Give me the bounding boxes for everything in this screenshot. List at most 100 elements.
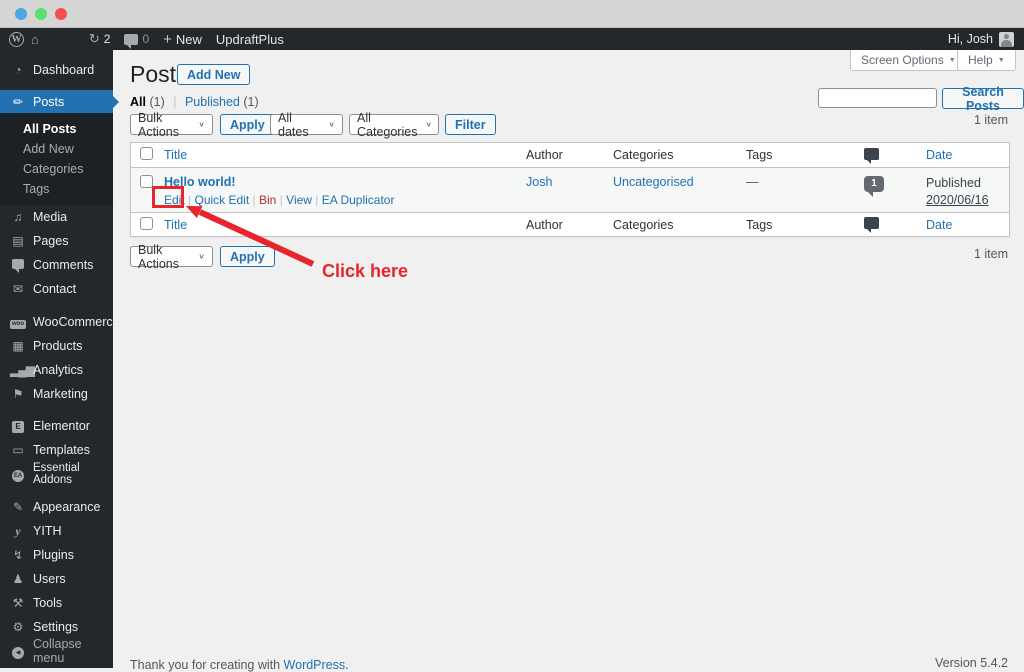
help-button[interactable]: Help ▼ bbox=[957, 50, 1016, 71]
view-link[interactable]: View bbox=[286, 193, 312, 207]
view-all-link[interactable]: All bbox=[130, 95, 146, 109]
category-link[interactable]: Uncategorised bbox=[613, 175, 694, 189]
view-published-link[interactable]: Published bbox=[185, 95, 240, 109]
column-date-sort[interactable]: Date bbox=[926, 218, 1009, 232]
column-title-sort[interactable]: Title bbox=[164, 148, 526, 162]
chevron-down-icon: ∨ bbox=[425, 120, 433, 129]
sidebar-item-comments[interactable]: Comments bbox=[0, 253, 113, 277]
categories-filter-select[interactable]: All Categories ∨ bbox=[349, 111, 439, 139]
sidebar-item-label: YITH bbox=[33, 524, 62, 538]
select-all-checkbox[interactable] bbox=[140, 216, 153, 230]
wordpress-link[interactable]: WordPress bbox=[284, 658, 346, 672]
sidebar-item-add-new[interactable]: Add New bbox=[0, 139, 113, 159]
bulk-actions-value: Bulk Actions bbox=[138, 110, 179, 139]
sidebar-item-elementor[interactable]: E Elementor bbox=[0, 414, 113, 438]
sidebar-item-label: Users bbox=[33, 572, 66, 586]
wordpress-logo-icon[interactable]: W bbox=[9, 31, 24, 47]
chevron-down-icon: ▼ bbox=[997, 56, 1005, 64]
sidebar-item-all-posts[interactable]: All Posts bbox=[0, 119, 113, 139]
sidebar-item-collapse-menu[interactable]: ◀ Collapse menu bbox=[0, 637, 113, 665]
sidebar-item-posts[interactable]: ✏ Posts bbox=[0, 90, 119, 113]
sidebar-item-plugins[interactable]: ↯ Plugins bbox=[0, 543, 113, 567]
sidebar-item-yith[interactable]: y YITH bbox=[0, 519, 113, 543]
media-icon: ♫ bbox=[13, 210, 23, 224]
sidebar-item-label: Media bbox=[33, 210, 68, 224]
comments-icon bbox=[124, 33, 139, 49]
filter-button[interactable]: Filter bbox=[445, 114, 496, 135]
sidebar-item-appearance[interactable]: ✎ Appearance bbox=[0, 495, 113, 519]
column-categories: Categories bbox=[613, 148, 674, 162]
traffic-light-red-icon[interactable] bbox=[55, 8, 67, 20]
column-tags: Tags bbox=[746, 217, 773, 232]
folder-icon: ▭ bbox=[12, 443, 24, 457]
select-all-checkbox[interactable] bbox=[140, 147, 153, 160]
sidebar-item-woocommerce[interactable]: woo WooCommerce bbox=[0, 310, 120, 334]
sidebar-item-marketing[interactable]: ⚑ Marketing bbox=[0, 382, 113, 406]
search-posts-button[interactable]: Search Posts bbox=[942, 85, 1024, 113]
column-tags: Tags bbox=[746, 148, 773, 162]
row-checkbox[interactable] bbox=[140, 175, 153, 188]
sidebar-item-label: Essential Addons bbox=[33, 462, 80, 486]
sidebar-item-pages[interactable]: ▤ Pages bbox=[0, 229, 113, 253]
sidebar-item-categories[interactable]: Categories bbox=[0, 159, 113, 179]
comment-count-bubble[interactable]: 1 bbox=[864, 176, 884, 197]
search-input[interactable] bbox=[818, 88, 937, 108]
comments-column-icon bbox=[864, 217, 879, 233]
add-new-button[interactable]: Add New bbox=[177, 64, 251, 85]
my-account-menu[interactable]: Hi, Josh bbox=[948, 31, 1024, 47]
package-icon: ▦ bbox=[12, 339, 24, 353]
admin-sidebar: ◔ Dashboard ✏ Posts All Posts Add New Ca… bbox=[0, 50, 120, 668]
bulk-actions-select-bottom[interactable]: Bulk Actions ∨ bbox=[130, 243, 213, 271]
new-content-menu[interactable]: + New bbox=[156, 28, 209, 50]
sidebar-item-label: Marketing bbox=[33, 387, 88, 401]
sidebar-item-products[interactable]: ▦ Products bbox=[0, 334, 113, 358]
bulk-actions-select[interactable]: Bulk Actions ∨ bbox=[130, 111, 213, 139]
sidebar-item-dashboard[interactable]: ◔ Dashboard bbox=[0, 58, 113, 82]
author-link[interactable]: Josh bbox=[526, 175, 552, 189]
sidebar-item-media[interactable]: ♫ Media bbox=[0, 205, 113, 229]
sidebar-item-analytics[interactable]: ▂▄▆ Analytics bbox=[0, 358, 113, 382]
views-separator: | bbox=[173, 95, 177, 109]
sidebar-item-label: All Posts bbox=[23, 122, 77, 136]
updraftplus-menu[interactable]: UpdraftPlus bbox=[209, 28, 291, 50]
sidebar-item-tags[interactable]: Tags bbox=[0, 179, 113, 199]
updates-menu[interactable]: ↻ 2 bbox=[82, 28, 118, 50]
sidebar-item-label: WooCommerce bbox=[33, 315, 120, 329]
apply-button-bottom[interactable]: Apply bbox=[220, 246, 275, 267]
column-author: Author bbox=[526, 148, 563, 162]
updraftplus-label: UpdraftPlus bbox=[215, 31, 284, 47]
sidebar-item-contact[interactable]: ✉ Contact bbox=[0, 277, 113, 301]
sidebar-separator bbox=[0, 486, 113, 495]
dashboard-icon: ◔ bbox=[14, 63, 22, 77]
bar-chart-icon: ▂▄▆ bbox=[10, 363, 35, 377]
bin-link[interactable]: Bin bbox=[259, 193, 276, 207]
pushpin-icon: ✏ bbox=[12, 94, 24, 109]
post-title-link[interactable]: Hello world! bbox=[164, 175, 236, 189]
traffic-light-green-icon[interactable] bbox=[35, 8, 47, 20]
updates-count: 2 bbox=[103, 32, 111, 46]
traffic-light-blue-icon[interactable] bbox=[15, 8, 27, 20]
sidebar-item-users[interactable]: ♟ Users bbox=[0, 567, 113, 591]
edit-link[interactable]: Edit bbox=[164, 193, 185, 207]
mac-title-bar bbox=[0, 0, 1024, 28]
ea-duplicator-link[interactable]: EA Duplicator bbox=[322, 193, 395, 207]
user-avatar bbox=[999, 31, 1014, 47]
post-status: Published bbox=[926, 176, 981, 190]
apply-button[interactable]: Apply bbox=[220, 114, 275, 135]
dates-filter-select[interactable]: All dates ∨ bbox=[270, 111, 343, 139]
quick-edit-link[interactable]: Quick Edit bbox=[195, 193, 250, 207]
comments-menu[interactable]: 0 bbox=[117, 28, 156, 50]
sidebar-item-tools[interactable]: ⚒ Tools bbox=[0, 591, 113, 615]
sidebar-item-templates[interactable]: ▭ Templates bbox=[0, 438, 113, 462]
chevron-down-icon: ▼ bbox=[948, 56, 956, 64]
sidebar-item-essential-addons[interactable]: EA Essential Addons bbox=[0, 462, 113, 486]
wp-admin-bar: W ⌂ ↻ 2 0 + New UpdraftPlus Hi, Josh bbox=[0, 28, 1024, 50]
site-home-menu[interactable]: ⌂ bbox=[24, 28, 46, 50]
column-title-sort[interactable]: Title bbox=[164, 218, 526, 232]
item-count: 1 item bbox=[973, 113, 1008, 127]
column-date-sort[interactable]: Date bbox=[926, 148, 1009, 162]
column-author: Author bbox=[526, 217, 563, 232]
sidebar-item-settings[interactable]: ⚙ Settings bbox=[0, 615, 113, 639]
column-categories: Categories bbox=[613, 217, 674, 232]
screen-options-button[interactable]: Screen Options ▼ bbox=[850, 50, 967, 71]
